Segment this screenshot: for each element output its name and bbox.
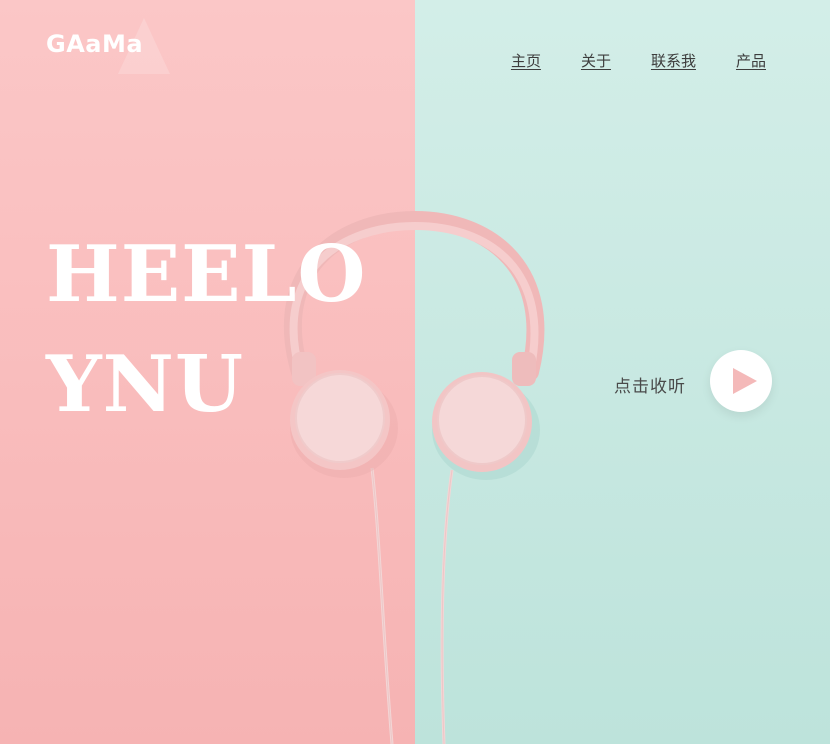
hero-title-line-2: YNU [46,339,244,430]
hero-title-line-1: HEELO [46,229,367,320]
